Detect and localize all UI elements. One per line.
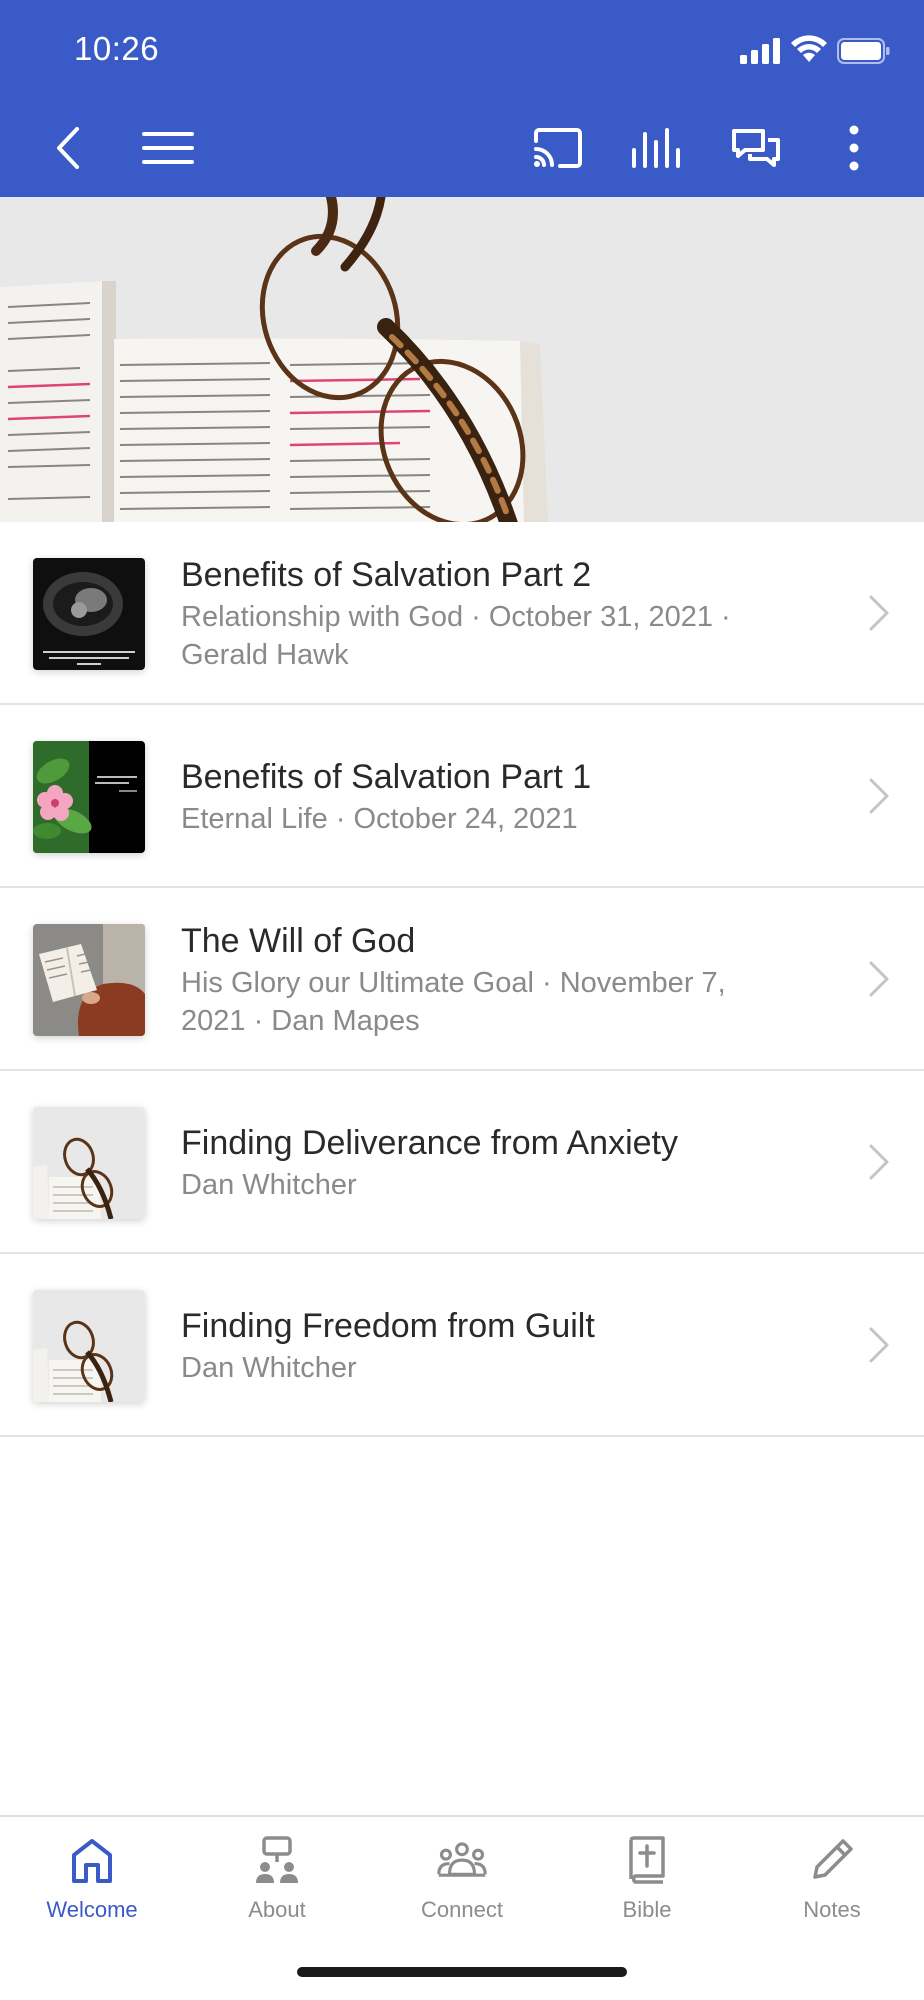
message-title: Benefits of Salvation Part 1 [181, 757, 592, 796]
tab-label: Bible [622, 1897, 672, 1922]
list-item[interactable]: Benefits of Salvation Part 2 Relationshi… [0, 522, 924, 705]
chevron-right-icon [869, 595, 889, 631]
message-subtitle-line: Eternal Life · October 24, 2021 [181, 802, 578, 835]
message-thumbnail [33, 1290, 145, 1402]
more-icon [849, 125, 859, 171]
battery-icon [837, 38, 890, 64]
message-subtitle-line: His Glory our Ultimate Goal · November 7… [181, 966, 726, 999]
message-title: Benefits of Salvation Part 2 [181, 555, 592, 594]
message-subtitle-line: Dan Whitcher [181, 1168, 357, 1201]
status-time: 10:26 [74, 30, 160, 67]
list-item[interactable]: Finding Deliverance from Anxiety Dan Whi… [0, 1071, 924, 1254]
status-bar: 10:26 [0, 0, 924, 100]
tab-bible[interactable]: Bible [555, 1835, 739, 1945]
chevron-right-icon [869, 778, 889, 814]
home-icon [72, 1839, 112, 1883]
toolbar [0, 110, 924, 186]
message-thumbnail [33, 924, 145, 1036]
message-subtitle-line: Dan Whitcher [181, 1351, 357, 1384]
message-thumbnail [33, 1107, 145, 1219]
message-subtitle: His Glory our Ultimate Goal · November 7… [181, 964, 804, 1040]
list-item[interactable]: The Will of God His Glory our Ultimate G… [0, 888, 924, 1071]
cellular-signal-icon [740, 38, 780, 64]
message-subtitle: Dan Whitcher [181, 1349, 804, 1387]
menu-button[interactable] [136, 110, 200, 186]
chevron-right-icon [869, 1144, 889, 1180]
tab-label: About [248, 1897, 306, 1922]
message-thumbnail [33, 558, 145, 670]
cast-icon [534, 128, 582, 168]
tab-label: Welcome [46, 1897, 138, 1922]
list-item[interactable]: Benefits of Salvation Part 1 Eternal Lif… [0, 705, 924, 888]
back-icon [57, 127, 79, 169]
tab-label: Notes [803, 1897, 861, 1922]
message-subtitle-line: Relationship with God · October 31, 2021… [181, 600, 731, 633]
tab-notes[interactable]: Notes [740, 1835, 924, 1945]
hero-banner-image [0, 197, 924, 522]
more-options-button[interactable] [822, 110, 886, 186]
tab-welcome[interactable]: Welcome [0, 1835, 184, 1945]
message-subtitle: Dan Whitcher [181, 1166, 804, 1204]
app-header: 10:26 [0, 0, 924, 197]
message-text: Benefits of Salvation Part 2 Relationshi… [181, 522, 804, 705]
audio-icon [632, 128, 680, 168]
tab-connect[interactable]: Connect [370, 1835, 554, 1945]
bible-icon [629, 1836, 665, 1884]
message-title: Finding Freedom from Guilt [181, 1306, 595, 1345]
message-text: Finding Freedom from Guilt Dan Whitcher [181, 1254, 804, 1437]
cast-button[interactable] [526, 110, 590, 186]
open-bible-glasses-image [0, 197, 924, 522]
menu-icon [142, 132, 194, 164]
tab-about[interactable]: About [185, 1835, 369, 1945]
back-button[interactable] [36, 110, 100, 186]
about-icon [256, 1836, 298, 1883]
tab-label: Connect [421, 1897, 503, 1922]
message-subtitle-line: Gerald Hawk [181, 638, 349, 671]
message-title: Finding Deliverance from Anxiety [181, 1123, 679, 1162]
message-text: The Will of God His Glory our Ultimate G… [181, 888, 804, 1071]
chevron-right-icon [869, 961, 889, 997]
chevron-right-icon [869, 1327, 889, 1363]
audio-button[interactable] [625, 110, 689, 186]
message-subtitle: Eternal Life · October 24, 2021 [181, 800, 804, 838]
message-title: The Will of God [181, 921, 416, 960]
message-list: Benefits of Salvation Part 2 Relationshi… [0, 522, 924, 1437]
message-text: Finding Deliverance from Anxiety Dan Whi… [181, 1071, 804, 1254]
chat-button[interactable] [724, 110, 788, 186]
message-text: Benefits of Salvation Part 1 Eternal Lif… [181, 705, 804, 888]
chat-icon [732, 129, 780, 167]
group-icon [437, 1842, 487, 1877]
message-subtitle: Relationship with God · October 31, 2021… [181, 598, 804, 674]
message-subtitle-line: 2021 · Dan Mapes [181, 1004, 420, 1037]
pencil-icon [813, 1839, 853, 1879]
home-indicator [297, 1967, 627, 1977]
wifi-icon [791, 35, 827, 62]
list-item[interactable]: Finding Freedom from Guilt Dan Whitcher [0, 1254, 924, 1437]
message-thumbnail [33, 741, 145, 853]
